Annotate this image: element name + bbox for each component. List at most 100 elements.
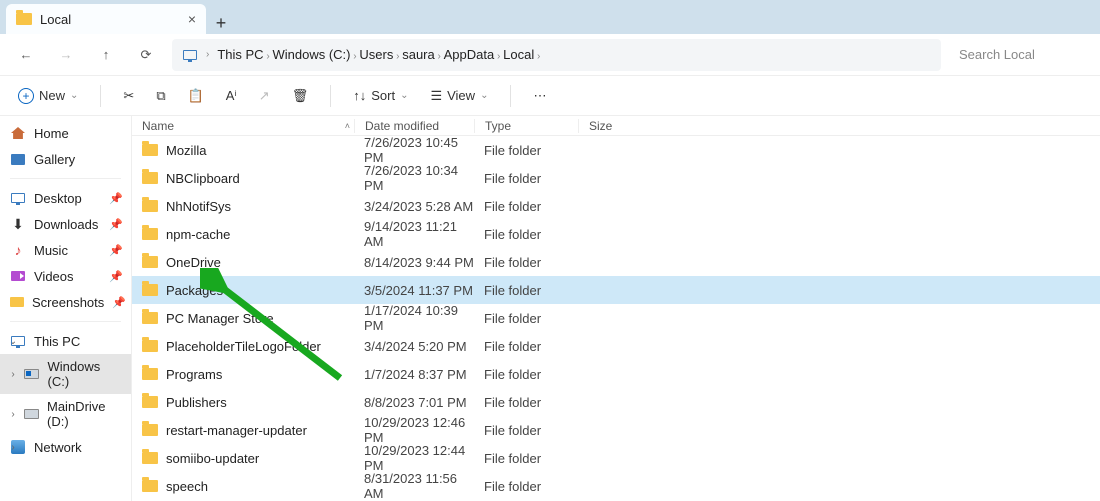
folder-icon	[142, 478, 158, 494]
back-button[interactable]: ←	[12, 41, 40, 69]
file-name: NhNotifSys	[166, 199, 231, 214]
view-icon: ☰	[430, 88, 442, 104]
file-row-pc-manager-store[interactable]: PC Manager Store1/17/2024 10:39 PMFile f…	[132, 304, 1100, 332]
col-date[interactable]: Date modified	[354, 119, 474, 133]
paste-button[interactable]: 📋	[184, 84, 208, 108]
new-button[interactable]: + New ⌄	[14, 84, 82, 108]
sidebar-item-music[interactable]: ♪Music📌	[0, 237, 131, 263]
file-type: File folder	[474, 311, 578, 326]
more-button[interactable]: ⋯	[529, 84, 550, 108]
breadcrumb-local[interactable]: Local	[503, 47, 534, 62]
sort-button[interactable]: ↑↓ Sort ⌄	[349, 84, 412, 107]
rename-icon: Aⁱ	[226, 88, 237, 104]
pin-icon: 📌	[112, 296, 126, 309]
file-type: File folder	[474, 479, 578, 494]
tab-title: Local	[40, 12, 71, 27]
drive-icon	[24, 406, 39, 422]
col-name[interactable]: Name˄	[132, 119, 354, 133]
search-placeholder: Search Local	[959, 47, 1035, 62]
video-icon	[10, 268, 26, 284]
file-list: Name˄ Date modified Type Size Mozilla7/2…	[132, 116, 1100, 501]
sidebar-item-home[interactable]: Home	[0, 120, 131, 146]
sidebar-item-windows-c-[interactable]: › Windows (C:)	[0, 354, 131, 394]
folder-icon	[142, 142, 158, 158]
sort-indicator: ˄	[345, 121, 350, 131]
col-size[interactable]: Size	[578, 119, 642, 133]
file-name: NBClipboard	[166, 171, 240, 186]
file-row-npm-cache[interactable]: npm-cache9/14/2023 11:21 AMFile folder	[132, 220, 1100, 248]
close-tab-button[interactable]: ×	[188, 11, 196, 27]
file-row-placeholdertilelogofolder[interactable]: PlaceholderTileLogoFolder 3/4/2024 5:20 P…	[132, 332, 1100, 360]
breadcrumb-this-pc[interactable]: This PC	[217, 47, 263, 62]
drive-icon	[24, 366, 39, 382]
up-button[interactable]: ↑	[92, 41, 120, 69]
file-type: File folder	[474, 143, 578, 158]
folder-icon	[142, 450, 158, 466]
search-input[interactable]: Search Local	[953, 39, 1088, 71]
file-row-speech[interactable]: speech8/31/2023 11:56 AMFile folder	[132, 472, 1100, 500]
sidebar-item-desktop[interactable]: Desktop 📌	[0, 185, 131, 211]
file-date: 3/4/2024 5:20 PM	[354, 339, 474, 354]
forward-button[interactable]: →	[52, 41, 80, 69]
file-row-packages[interactable]: Packages3/5/2024 11:37 PMFile folder	[132, 276, 1100, 304]
sidebar-label: Desktop	[34, 191, 82, 206]
view-button[interactable]: ☰ View ⌄	[426, 84, 492, 108]
sidebar-item-gallery[interactable]: Gallery	[0, 146, 131, 172]
delete-button[interactable]: 🗑	[288, 84, 313, 108]
file-row-publishers[interactable]: Publishers8/8/2023 7:01 PMFile folder	[132, 388, 1100, 416]
sidebar-item-videos[interactable]: Videos📌	[0, 263, 131, 289]
folder-icon	[142, 394, 158, 410]
file-type: File folder	[474, 367, 578, 382]
expand-icon[interactable]: ›	[8, 369, 18, 380]
file-row-nhnotifsys[interactable]: NhNotifSys3/24/2023 5:28 AMFile folder	[132, 192, 1100, 220]
sidebar-item-maindrive-d-[interactable]: ›MainDrive (D:)	[0, 394, 131, 434]
sidebar-this-pc[interactable]: ⌄ This PC	[0, 328, 131, 354]
sidebar-item-downloads[interactable]: ⬇Downloads📌	[0, 211, 131, 237]
file-name: Programs	[166, 367, 222, 382]
file-row-programs[interactable]: Programs1/7/2024 8:37 PMFile folder	[132, 360, 1100, 388]
col-type[interactable]: Type	[474, 119, 578, 133]
rename-button[interactable]: Aⁱ	[222, 84, 241, 108]
address-bar[interactable]: › This PC › Windows (C:) › Users › saura…	[172, 39, 941, 71]
file-date: 7/26/2023 10:45 PM	[354, 135, 474, 165]
folder-icon	[142, 310, 158, 326]
file-row-somiibo-updater[interactable]: somiibo-updater10/29/2023 12:44 PMFile f…	[132, 444, 1100, 472]
column-headers: Name˄ Date modified Type Size	[132, 116, 1100, 136]
breadcrumb-users[interactable]: Users	[359, 47, 393, 62]
file-row-mozilla[interactable]: Mozilla7/26/2023 10:45 PMFile folder	[132, 136, 1100, 164]
breadcrumb-windows-c-[interactable]: Windows (C:)	[272, 47, 350, 62]
expand-icon[interactable]: ›	[8, 409, 18, 420]
share-button[interactable]: ↗	[255, 84, 274, 108]
sidebar-item-screenshots[interactable]: Screenshots📌	[0, 289, 131, 315]
breadcrumb-appdata[interactable]: AppData	[444, 47, 495, 62]
pin-icon: 📌	[109, 192, 123, 205]
sidebar-network[interactable]: › Network	[0, 434, 131, 460]
file-row-restart-manager-updater[interactable]: restart-manager-updater10/29/2023 12:46 …	[132, 416, 1100, 444]
chevron-right-icon: ›	[435, 51, 444, 62]
sidebar-label: Windows (C:)	[47, 359, 123, 389]
chevron-down-icon: ⌄	[480, 90, 488, 101]
copy-button[interactable]: ⧉	[152, 84, 169, 108]
folder-icon	[142, 282, 158, 298]
breadcrumb-saura[interactable]: saura	[402, 47, 435, 62]
file-date: 8/8/2023 7:01 PM	[354, 395, 474, 410]
command-bar: + New ⌄ ✂ ⧉ 📋 Aⁱ ↗ 🗑 ↑↓ Sort ⌄ ☰ View ⌄ …	[0, 76, 1100, 116]
expand-icon[interactable]: ›	[8, 442, 18, 453]
separator	[100, 85, 101, 107]
tab-local[interactable]: Local ×	[6, 4, 206, 34]
file-row-nbclipboard[interactable]: NBClipboard7/26/2023 10:34 PMFile folder	[132, 164, 1100, 192]
file-name: speech	[166, 479, 208, 494]
monitor-icon	[10, 333, 26, 349]
new-tab-button[interactable]: +	[206, 13, 236, 34]
file-row-onedrive[interactable]: OneDrive8/14/2023 9:44 PMFile folder	[132, 248, 1100, 276]
share-icon: ↗	[259, 88, 270, 104]
chevron-down-icon: ⌄	[70, 90, 78, 101]
file-name: PlaceholderTileLogoFolder	[166, 339, 321, 354]
folder-icon	[142, 366, 158, 382]
file-date: 3/24/2023 5:28 AM	[354, 199, 474, 214]
cut-button[interactable]: ✂	[119, 84, 138, 108]
music-icon: ♪	[10, 242, 26, 258]
sidebar-label: Downloads	[34, 217, 98, 232]
dl-icon: ⬇	[10, 216, 26, 232]
refresh-button[interactable]: ⟳	[132, 41, 160, 69]
